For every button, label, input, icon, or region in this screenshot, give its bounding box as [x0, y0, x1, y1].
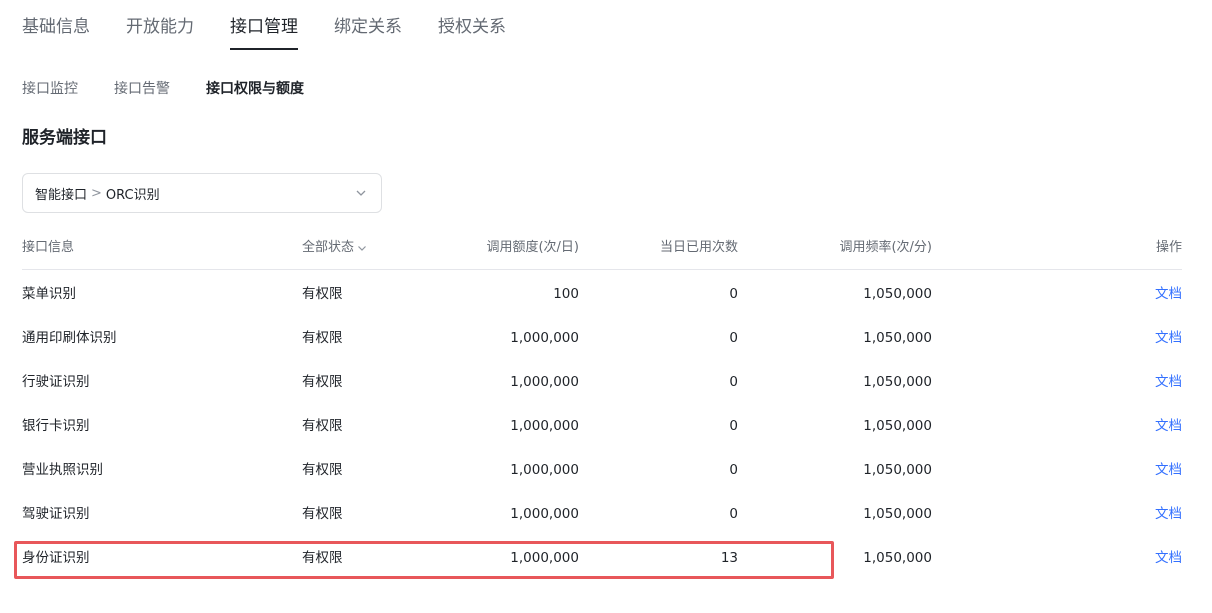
- doc-link[interactable]: 文档: [1122, 536, 1182, 580]
- chevron-down-icon: [358, 245, 366, 251]
- header-rate: 调用频率(次/分): [839, 240, 932, 255]
- cell-quota: 1,000,000: [510, 506, 579, 522]
- cell-status: 有权限: [302, 418, 343, 434]
- table-row: 身份证识别 有权限 1,000,000 13 1,050,000 文档: [22, 536, 1182, 580]
- tab-open-capabilities[interactable]: 开放能力: [126, 0, 194, 52]
- cell-used: 13: [720, 550, 738, 566]
- selector-value: ORC识别: [105, 187, 160, 203]
- cell-used: 0: [729, 286, 738, 302]
- cell-rate: 1,050,000: [863, 286, 932, 302]
- cell-api-name: 银行卡识别: [22, 418, 90, 434]
- cell-api-name: 通用印刷体识别: [22, 330, 117, 346]
- category-selector[interactable]: 智能接口 > ORC识别: [22, 173, 382, 213]
- cell-rate: 1,050,000: [863, 506, 932, 522]
- table-row: 营业执照识别 有权限 1,000,000 0 1,050,000 文档: [22, 448, 1182, 492]
- cell-rate: 1,050,000: [863, 330, 932, 346]
- cell-used: 0: [729, 506, 738, 522]
- cell-api-name: 身份证识别: [22, 550, 90, 566]
- sub-tabs: 接口监控 接口告警 接口权限与额度: [22, 78, 340, 100]
- cell-status: 有权限: [302, 462, 343, 478]
- header-api-info: 接口信息: [22, 240, 75, 255]
- cell-quota: 1,000,000: [510, 462, 579, 478]
- doc-link[interactable]: 文档: [1122, 272, 1182, 316]
- cell-status: 有权限: [302, 550, 343, 566]
- cell-rate: 1,050,000: [863, 550, 932, 566]
- cell-api-name: 行驶证识别: [22, 374, 90, 390]
- cell-status: 有权限: [302, 286, 343, 302]
- table-row: 通用印刷体识别 有权限 1,000,000 0 1,050,000 文档: [22, 316, 1182, 360]
- doc-link[interactable]: 文档: [1122, 448, 1182, 492]
- top-tabs: 基础信息 开放能力 接口管理 绑定关系 授权关系: [22, 0, 542, 52]
- table-body: 菜单识别 有权限 100 0 1,050,000 文档 通用印刷体识别 有权限 …: [22, 272, 1182, 580]
- table-row: 行驶证识别 有权限 1,000,000 0 1,050,000 文档: [22, 360, 1182, 404]
- cell-status: 有权限: [302, 374, 343, 390]
- doc-link[interactable]: 文档: [1122, 360, 1182, 404]
- cell-api-name: 菜单识别: [22, 286, 76, 302]
- cell-quota: 1,000,000: [510, 550, 579, 566]
- subtab-api-alerts[interactable]: 接口告警: [114, 78, 170, 100]
- cell-status: 有权限: [302, 330, 343, 346]
- cell-quota: 1,000,000: [510, 374, 579, 390]
- cell-api-name: 驾驶证识别: [22, 506, 90, 522]
- doc-link[interactable]: 文档: [1122, 404, 1182, 448]
- table-row: 银行卡识别 有权限 1,000,000 0 1,050,000 文档: [22, 404, 1182, 448]
- cell-used: 0: [729, 462, 738, 478]
- doc-link[interactable]: 文档: [1122, 316, 1182, 360]
- cell-quota: 100: [553, 286, 579, 302]
- doc-link[interactable]: 文档: [1122, 492, 1182, 536]
- header-used-today: 当日已用次数: [659, 240, 738, 255]
- tab-authorization-relations[interactable]: 授权关系: [438, 0, 506, 52]
- selector-category: 智能接口: [35, 187, 88, 203]
- header-status-label: 全部状态: [302, 240, 355, 255]
- section-title: 服务端接口: [22, 128, 107, 148]
- cell-used: 0: [729, 374, 738, 390]
- cell-quota: 1,000,000: [510, 330, 579, 346]
- header-status-filter[interactable]: 全部状态: [302, 228, 422, 268]
- cell-rate: 1,050,000: [863, 418, 932, 434]
- subtab-api-permissions-quota[interactable]: 接口权限与额度: [206, 78, 304, 100]
- tab-binding-relations[interactable]: 绑定关系: [334, 0, 402, 52]
- cell-status: 有权限: [302, 506, 343, 522]
- cell-quota: 1,000,000: [510, 418, 579, 434]
- table-row: 驾驶证识别 有权限 1,000,000 0 1,050,000 文档: [22, 492, 1182, 536]
- table-row: 菜单识别 有权限 100 0 1,050,000 文档: [22, 272, 1182, 316]
- header-operation: 操作: [1155, 240, 1182, 255]
- subtab-api-monitoring[interactable]: 接口监控: [22, 78, 78, 100]
- cell-used: 0: [729, 418, 738, 434]
- cell-api-name: 营业执照识别: [22, 462, 103, 478]
- selector-separator: >: [91, 185, 102, 201]
- tab-basic-info[interactable]: 基础信息: [22, 0, 90, 52]
- cell-used: 0: [729, 330, 738, 346]
- cell-rate: 1,050,000: [863, 462, 932, 478]
- header-quota: 调用额度(次/日): [486, 240, 579, 255]
- cell-rate: 1,050,000: [863, 374, 932, 390]
- table-header: 接口信息 全部状态 调用额度(次/日) 当日已用次数 调用频率(次/分) 操作: [22, 228, 1182, 270]
- tab-api-management[interactable]: 接口管理: [230, 0, 298, 52]
- chevron-down-icon: [356, 190, 366, 196]
